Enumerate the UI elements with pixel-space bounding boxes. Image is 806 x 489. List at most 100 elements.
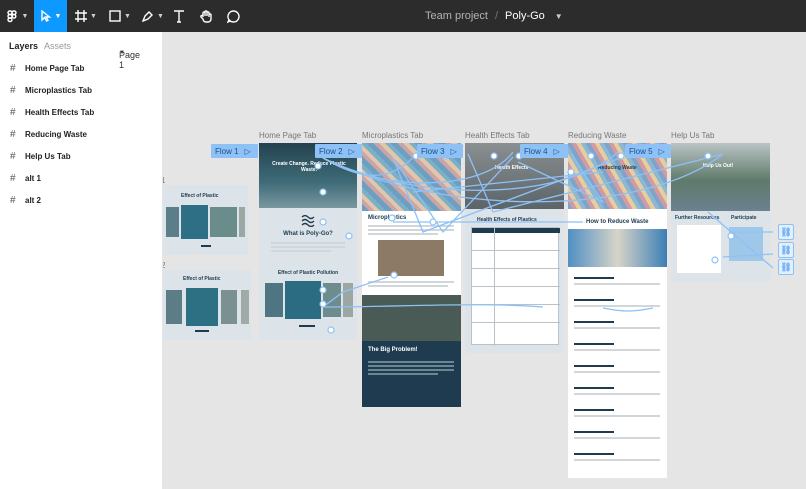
flow-label: Flow 1 [215,146,239,156]
flow-start-4[interactable]: Flow 4 ▷ [520,144,568,158]
frame-icon: # [10,151,16,162]
play-icon: ▷ [450,146,457,156]
tab-assets[interactable]: Assets [44,41,71,51]
layer-item-help-us-tab[interactable]: # Help Us Tab [0,146,162,168]
project-name[interactable]: Poly-Go [505,10,545,22]
hero-image [671,143,770,211]
table-row-divider [472,304,560,305]
frame-icon: # [10,63,16,74]
reduce-hero-label: Reducing Waste [598,165,637,171]
move-tool-button[interactable]: ▼ [34,0,67,32]
alt-effect-title: Effect of Plastic [183,276,221,282]
frame-help-us[interactable]: Help Us Out! Further Resources Participa… [671,143,770,282]
hand-icon [199,9,212,23]
design-canvas[interactable]: Home Page Tab Microplastics Tab Health E… [163,32,806,489]
health-hero-label: Health Effects [495,165,529,171]
text-line [368,281,454,283]
layer-item-microplastics-tab[interactable]: # Microplastics Tab [0,80,162,102]
flow-label: Flow 5 [629,146,653,156]
frame-reducing-waste[interactable]: Reducing Waste How to Reduce Waste [568,143,667,478]
figma-logo-icon [6,9,17,22]
comment-tool-button[interactable] [224,0,242,32]
table-column-divider [494,228,495,346]
frame-label-alt-1[interactable]: 1 [163,176,165,185]
carousel-image [221,290,237,324]
flow-start-3[interactable]: Flow 3 ▷ [417,144,463,158]
carousel-dots[interactable] [299,325,315,327]
carousel-dots[interactable] [201,245,211,247]
frame-alt-1[interactable]: Effect of Plastic [163,185,248,255]
text-line [368,365,454,367]
chevron-down-icon: ▼ [54,12,62,20]
frame-home-page[interactable]: Create Change. Reduce Plastic Waste. Wha… [259,143,357,340]
about-title: What is Poly-Go? [283,231,333,237]
frame-icon [75,10,88,22]
link-icon[interactable]: ⛓ [778,224,794,240]
text-line [574,393,660,395]
table-row-divider [472,286,560,287]
text-line [574,371,660,373]
layer-label: Health Effects Tab [25,108,95,117]
hero-headline: Create Change. Reduce Plastic Waste. [272,161,346,173]
problem-heading: The Big Problem! [368,347,418,353]
text-icon [174,9,184,23]
flow-start-1[interactable]: Flow 1 ▷ [211,144,258,158]
breadcrumb: Team project / Poly-Go ▼ [425,0,563,32]
link-icon[interactable]: ⛓ [778,259,794,275]
pen-tool-button[interactable]: ▼ [137,0,169,32]
frame-icon: # [10,85,16,96]
participate-image[interactable] [729,227,763,261]
frame-label-reducing[interactable]: Reducing Waste [568,131,626,140]
microplastics-heading: Microplastics [368,215,407,221]
list-heading [574,365,614,367]
chevron-down-icon: ▼ [21,12,29,20]
table-row-divider [472,322,560,323]
layer-item-home-page-tab[interactable]: # Home Page Tab [0,58,162,80]
text-line [271,246,345,248]
hand-tool-button[interactable] [196,0,216,32]
content-image [362,295,461,341]
carousel-image [285,281,321,319]
flow-start-2[interactable]: Flow 2 ▷ [315,144,362,158]
team-name[interactable]: Team project [425,10,488,22]
shape-tool-button[interactable]: ▼ [104,0,136,32]
reduce-heading: How to Reduce Waste [586,219,649,225]
text-line [368,285,448,287]
text-line [574,415,660,417]
frame-label-alt-2[interactable]: 2 [163,261,165,270]
pen-icon [142,11,154,22]
chevron-down-icon[interactable]: ▼ [555,12,563,21]
text-line [368,225,454,227]
resource-links[interactable] [677,225,721,273]
health-heading: Health Effects of Plastics [477,217,537,223]
frame-label-help[interactable]: Help Us Tab [671,131,714,140]
main-menu-button[interactable]: ▼ [0,0,34,32]
flow-start-5[interactable]: Flow 5 ▷ [625,144,671,158]
text-line [368,229,454,231]
frame-tool-button[interactable]: ▼ [70,0,102,32]
carousel-image [323,283,341,317]
play-icon: ▷ [658,146,665,156]
chevron-down-icon: ▼ [90,12,97,20]
text-tool-button[interactable] [170,0,188,32]
layer-item-reducing-waste[interactable]: # Reducing Waste [0,124,162,146]
frame-microplastics[interactable]: Microplastics The Big Problem! [362,143,461,407]
layer-item-alt-2[interactable]: # alt 2 [0,190,162,212]
dark-section: The Big Problem! [362,295,461,407]
layer-label: Help Us Tab [25,152,71,161]
frame-label-health[interactable]: Health Effects Tab [465,131,530,140]
panel-tabs: Layers Assets Page 1 ▼ [0,32,162,70]
layer-item-alt-1[interactable]: # alt 1 [0,168,162,190]
link-icon[interactable]: ⛓ [778,242,794,258]
layer-label: alt 1 [25,174,42,183]
cursor-icon [40,10,52,22]
rectangle-icon [109,10,121,22]
layer-item-health-effects-tab[interactable]: # Health Effects Tab [0,102,162,124]
frame-alt-2[interactable]: Effect of Plastic [163,270,251,340]
tab-layers[interactable]: Layers [9,41,38,51]
frame-health-effects[interactable]: Health Effects Health Effects of Plastic… [465,143,564,353]
carousel-dots[interactable] [195,330,209,332]
frame-label-home[interactable]: Home Page Tab [259,131,316,140]
frame-label-microplastics[interactable]: Microplastics Tab [362,131,423,140]
list-heading [574,343,614,345]
